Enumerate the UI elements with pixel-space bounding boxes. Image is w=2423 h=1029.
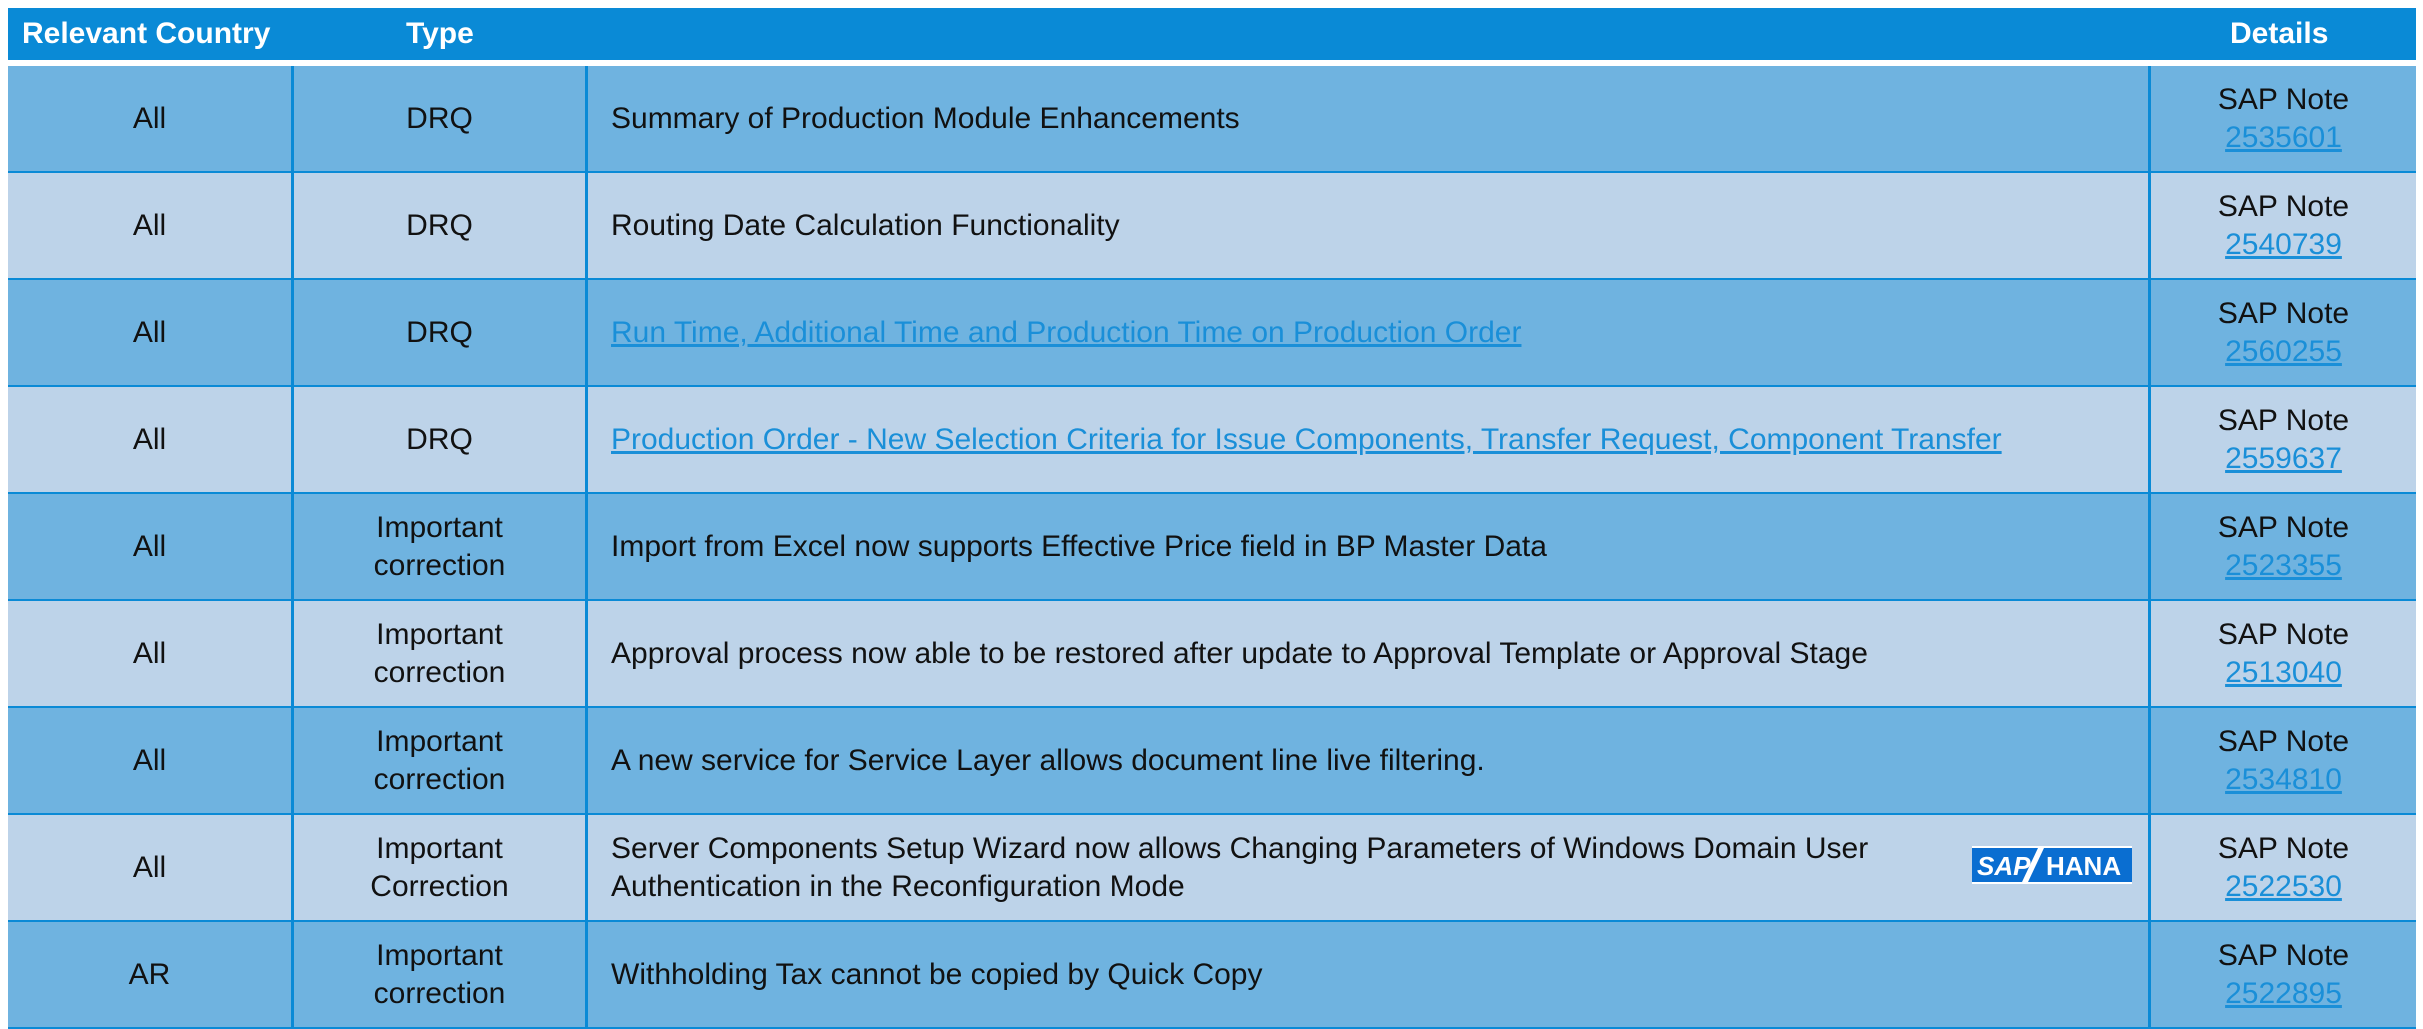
notes-table: All DRQ Summary of Production Module Enh…	[8, 66, 2416, 1029]
type-line-2: correction	[373, 976, 506, 1010]
type-cell: DRQ	[294, 280, 588, 385]
type-cell: Important Correction	[294, 815, 588, 920]
type-cell: DRQ	[294, 387, 588, 492]
type-line-1: Important	[376, 617, 503, 651]
description-text: Withholding Tax cannot be copied by Quic…	[611, 957, 1263, 991]
country-cell: All	[8, 815, 294, 920]
type-cell: Important correction	[294, 922, 588, 1027]
table-row: All DRQ Run Time, Additional Time and Pr…	[8, 280, 2416, 387]
description-text: Summary of Production Module Enhancement…	[611, 101, 1240, 135]
type-line-2: correction	[373, 655, 506, 689]
type-line-2: Correction	[370, 869, 509, 903]
details-cell: SAP Note 2513040	[2151, 601, 2416, 706]
sap-note-label: SAP Note	[2217, 189, 2350, 223]
table-row: All DRQ Routing Date Calculation Functio…	[8, 173, 2416, 280]
sap-note-label: SAP Note	[2217, 938, 2350, 972]
table-row: All DRQ Summary of Production Module Enh…	[8, 66, 2416, 173]
type-line-1: Important	[376, 938, 503, 972]
country-cell: All	[8, 173, 294, 278]
description-link[interactable]: Run Time, Additional Time and Production…	[611, 314, 1521, 352]
country-cell: All	[8, 280, 294, 385]
header-relevant-country: Relevant Country	[22, 17, 271, 50]
table-row: All DRQ Production Order - New Selection…	[8, 387, 2416, 494]
logo-hana-text: HANA	[2046, 851, 2121, 881]
type-line-1: Important	[376, 724, 503, 758]
table-row: AR Important correction Withholding Tax …	[8, 922, 2416, 1029]
description-cell: A new service for Service Layer allows d…	[588, 708, 2151, 813]
details-cell: SAP Note 2540739	[2151, 173, 2416, 278]
sap-note-link[interactable]: 2522895	[2225, 975, 2342, 1013]
type-line-2: correction	[373, 548, 506, 582]
sap-note-label: SAP Note	[2217, 831, 2350, 865]
type-line-2: correction	[373, 762, 506, 796]
table-row: All Important Correction Server Componen…	[8, 815, 2416, 922]
sap-note-label: SAP Note	[2217, 510, 2350, 544]
description-text: Routing Date Calculation Functionality	[611, 208, 1120, 242]
details-cell: SAP Note 2523355	[2151, 494, 2416, 599]
sap-hana-logo-graphic: SAP HANA	[1972, 848, 2132, 882]
description-text: A new service for Service Layer allows d…	[611, 743, 1485, 777]
description-cell: Withholding Tax cannot be copied by Quic…	[588, 922, 2151, 1027]
sap-note-link[interactable]: 2522530	[2225, 868, 2342, 906]
sap-note-link[interactable]: 2523355	[2225, 547, 2342, 585]
country-cell: All	[8, 494, 294, 599]
sap-note-label: SAP Note	[2217, 724, 2350, 758]
country-cell: All	[8, 66, 294, 171]
type-cell: DRQ	[294, 173, 588, 278]
details-cell: SAP Note 2559637	[2151, 387, 2416, 492]
description-cell: Approval process now able to be restored…	[588, 601, 2151, 706]
sap-note-label: SAP Note	[2217, 82, 2350, 116]
details-cell: SAP Note 2534810	[2151, 708, 2416, 813]
sap-note-link[interactable]: 2535601	[2225, 119, 2342, 157]
description-cell: Routing Date Calculation Functionality	[588, 173, 2151, 278]
sap-note-label: SAP Note	[2217, 296, 2350, 330]
type-line-1: Important	[376, 510, 503, 544]
logo-sap-text: SAP	[1977, 851, 2031, 881]
description-line-2: Authentication in the Reconfiguration Mo…	[611, 869, 1185, 903]
description-link[interactable]: Production Order - New Selection Criteri…	[611, 421, 2002, 459]
description-cell: Import from Excel now supports Effective…	[588, 494, 2151, 599]
description-line-1: Server Components Setup Wizard now allow…	[611, 831, 1869, 865]
details-cell: SAP Note 2522530	[2151, 815, 2416, 920]
description-cell: Run Time, Additional Time and Production…	[588, 280, 2151, 385]
table-row: All Important correction A new service f…	[8, 708, 2416, 815]
slide: Relevant Country Type Details All DRQ Su…	[8, 8, 2416, 1029]
country-cell: AR	[8, 922, 294, 1027]
description-cell: Server Components Setup Wizard now allow…	[588, 815, 2151, 920]
country-cell: All	[8, 708, 294, 813]
sap-note-label: SAP Note	[2217, 617, 2350, 651]
sap-hana-logo: SAP HANA	[1972, 846, 2132, 884]
type-cell: DRQ	[294, 66, 588, 171]
type-cell: Important correction	[294, 601, 588, 706]
type-cell: Important correction	[294, 494, 588, 599]
country-cell: All	[8, 601, 294, 706]
table-row: All Important correction Import from Exc…	[8, 494, 2416, 601]
country-cell: All	[8, 387, 294, 492]
header-details: Details	[2230, 17, 2329, 50]
description-text: Approval process now able to be restored…	[611, 636, 1868, 670]
table-row: All Important correction Approval proces…	[8, 601, 2416, 708]
description-cell: Summary of Production Module Enhancement…	[588, 66, 2151, 171]
sap-note-link[interactable]: 2513040	[2225, 654, 2342, 692]
sap-note-link[interactable]: 2560255	[2225, 333, 2342, 371]
header-type: Type	[406, 17, 474, 50]
sap-note-link[interactable]: 2540739	[2225, 226, 2342, 264]
description-text: Import from Excel now supports Effective…	[611, 529, 1547, 563]
table-header: Relevant Country Type Details	[8, 8, 2416, 66]
sap-note-link[interactable]: 2534810	[2225, 761, 2342, 799]
details-cell: SAP Note 2560255	[2151, 280, 2416, 385]
sap-note-label: SAP Note	[2217, 403, 2350, 437]
sap-note-link[interactable]: 2559637	[2225, 440, 2342, 478]
description-cell: Production Order - New Selection Criteri…	[588, 387, 2151, 492]
type-line-1: Important	[376, 831, 503, 865]
details-cell: SAP Note 2522895	[2151, 922, 2416, 1027]
details-cell: SAP Note 2535601	[2151, 66, 2416, 171]
type-cell: Important correction	[294, 708, 588, 813]
